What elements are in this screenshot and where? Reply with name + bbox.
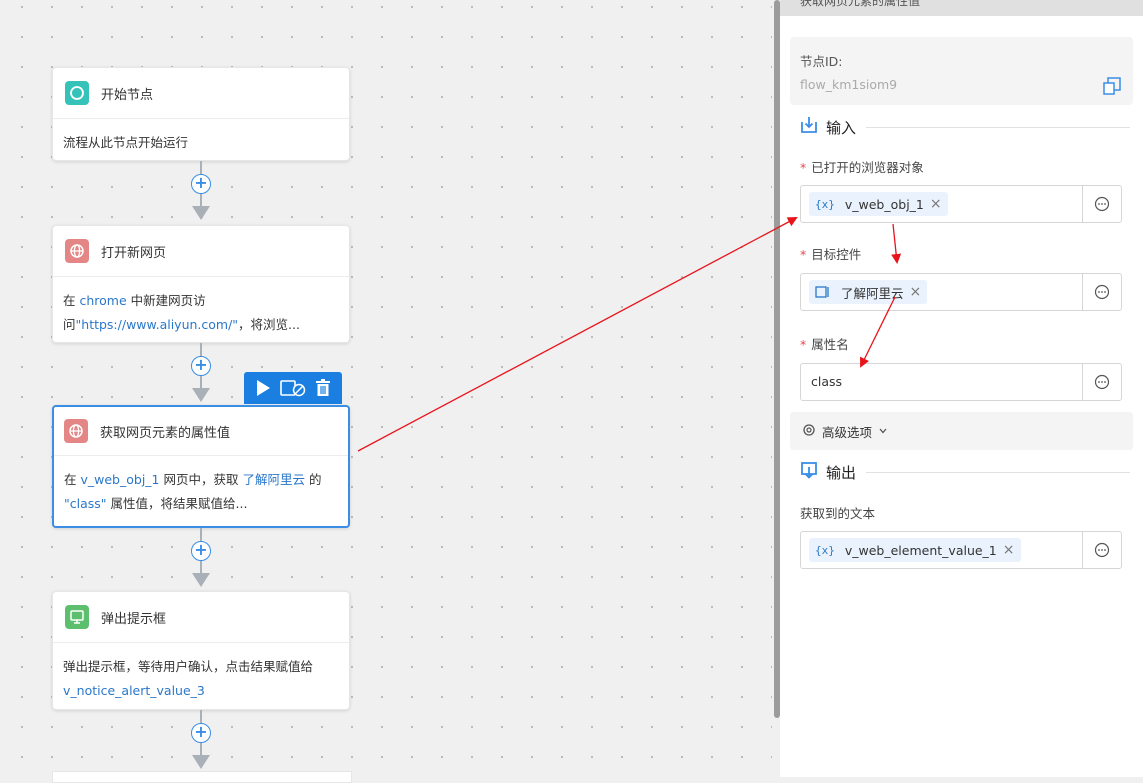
target-field-label: * 目标控件 xyxy=(800,247,862,262)
node-id-box: 节点ID: flow_km1siom9 xyxy=(790,37,1133,105)
arrow-down-icon xyxy=(192,388,210,402)
more-options-button[interactable] xyxy=(1082,274,1121,310)
node-alert[interactable]: 弹出提示框 弹出提示框，等待用户确认，点击结果赋值给 v_notice_aler… xyxy=(52,591,350,710)
arrow-down-icon xyxy=(192,755,210,769)
node-desc: 弹出提示框，等待用户确认，点击结果赋值给 v_notice_alert_valu… xyxy=(53,643,349,713)
remove-chip-icon[interactable]: × xyxy=(1003,542,1015,558)
node-id-value: flow_km1siom9 xyxy=(800,77,898,92)
node-desc: 在 chrome 中新建网页访问"https://www.aliyun.com/… xyxy=(53,277,349,347)
panel-title: 获取网页元素的属性值 xyxy=(800,0,921,8)
node-id-label: 节点ID: xyxy=(800,54,843,69)
circle-icon xyxy=(65,81,89,105)
chevron-down-icon xyxy=(878,424,888,439)
output-text-field[interactable]: {x} v_web_element_value_1 × xyxy=(800,531,1122,569)
output-section-header: 输出 xyxy=(800,461,1130,483)
connector: + xyxy=(190,528,212,590)
node-open-webpage[interactable]: 打开新网页 在 chrome 中新建网页访问"https://www.aliyu… xyxy=(52,225,350,343)
node-title: 弹出提示框 xyxy=(101,611,167,627)
desc-text: 在 xyxy=(64,472,81,487)
desc-text: ，将浏览... xyxy=(238,317,300,332)
browser-field-label: * 已打开的浏览器对象 xyxy=(800,160,924,175)
add-step-button[interactable]: + xyxy=(191,356,211,376)
disable-icon[interactable] xyxy=(280,379,306,397)
target-control-field[interactable]: 了解阿里云 × xyxy=(800,273,1122,311)
node-title: 获取网页元素的属性值 xyxy=(100,425,231,441)
add-step-button[interactable]: + xyxy=(191,174,211,194)
node-get-attribute[interactable]: 获取网页元素的属性值 在 v_web_obj_1 网页中，获取 了解阿里云 的 … xyxy=(52,405,350,528)
variable-chip: {x} v_web_element_value_1 × xyxy=(809,538,1021,562)
node-header: 打开新网页 xyxy=(53,226,349,277)
browser-object-field[interactable]: {x} v_web_obj_1 × xyxy=(800,185,1122,223)
desc-text: 流程从此节点开始运行 xyxy=(63,135,189,150)
add-step-button[interactable]: + xyxy=(191,541,211,561)
arrow-down-icon xyxy=(192,573,210,587)
highlighted-value: "class" xyxy=(64,496,107,511)
copy-icon[interactable] xyxy=(1103,77,1121,99)
highlighted-value: v_notice_alert_value_3 xyxy=(63,683,205,698)
properties-panel: 获取网页元素的属性值 节点ID: flow_km1siom9 输入 * 已打开的浏… xyxy=(780,0,1143,777)
arrow-down-icon xyxy=(192,206,210,220)
flow-canvas[interactable]: 开始节点 流程从此节点开始运行 + 打开新网页 在 chrome 中新建网页访问… xyxy=(0,0,772,783)
node-desc: 流程从此节点开始运行 xyxy=(53,119,349,165)
input-section-title: 输入 xyxy=(826,118,857,137)
output-field-label: 获取到的文本 xyxy=(800,506,876,521)
advanced-options-toggle[interactable]: 高级选项 xyxy=(790,412,1133,450)
globe-icon xyxy=(65,239,89,263)
node-partial xyxy=(52,771,352,783)
desc-text: 属性值，将结果赋值给... xyxy=(106,496,248,511)
variable-icon: {x} xyxy=(815,197,835,211)
remove-chip-icon[interactable]: × xyxy=(910,284,922,300)
add-step-button[interactable]: + xyxy=(191,723,211,743)
connector: + xyxy=(190,710,212,772)
globe-icon xyxy=(64,419,88,443)
node-title: 开始节点 xyxy=(101,87,154,103)
node-desc: 在 v_web_obj_1 网页中，获取 了解阿里云 的 "class" 属性值… xyxy=(54,456,348,526)
output-section-title: 输出 xyxy=(826,463,857,482)
highlighted-value: chrome xyxy=(79,293,127,308)
highlighted-value: "https://www.aliyun.com/" xyxy=(75,317,239,332)
more-options-button[interactable] xyxy=(1082,186,1121,222)
play-icon[interactable] xyxy=(255,379,271,397)
node-header: 弹出提示框 xyxy=(53,592,349,643)
more-options-button[interactable] xyxy=(1082,364,1121,400)
highlighted-value: v_web_obj_1 xyxy=(80,472,160,487)
desc-text: 的 xyxy=(304,472,322,487)
panel-title-bar: 获取网页元素的属性值 xyxy=(780,0,1143,16)
desc-text: 在 xyxy=(63,293,80,308)
input-section-header: 输入 xyxy=(800,116,1130,138)
remove-chip-icon[interactable]: × xyxy=(930,196,942,212)
trash-icon[interactable] xyxy=(315,379,331,397)
node-title: 打开新网页 xyxy=(101,245,167,261)
attribute-name-value: class xyxy=(811,374,843,389)
gear-icon xyxy=(802,423,816,440)
connector: + xyxy=(190,343,212,405)
node-header: 获取网页元素的属性值 xyxy=(54,407,348,456)
highlighted-value: 了解阿里云 xyxy=(242,472,305,487)
node-header: 开始节点 xyxy=(53,68,349,119)
node-start[interactable]: 开始节点 流程从此节点开始运行 xyxy=(52,67,350,161)
desc-text: 弹出提示框，等待用户确认，点击结果赋值给 xyxy=(63,659,314,674)
advanced-options-label: 高级选项 xyxy=(822,424,873,440)
output-icon xyxy=(800,461,818,483)
attr-field-label: * 属性名 xyxy=(800,337,849,352)
node-toolbar xyxy=(244,372,342,404)
element-icon xyxy=(815,285,829,299)
variable-icon: {x} xyxy=(815,543,835,557)
connector: + xyxy=(190,161,212,223)
input-icon xyxy=(800,116,818,138)
desc-text: 网页中，获取 xyxy=(159,472,243,487)
variable-chip: {x} v_web_obj_1 × xyxy=(809,192,948,216)
monitor-icon xyxy=(65,605,89,629)
attribute-name-field[interactable]: class xyxy=(800,363,1122,401)
more-options-button[interactable] xyxy=(1082,532,1121,568)
element-chip: 了解阿里云 × xyxy=(809,280,928,304)
